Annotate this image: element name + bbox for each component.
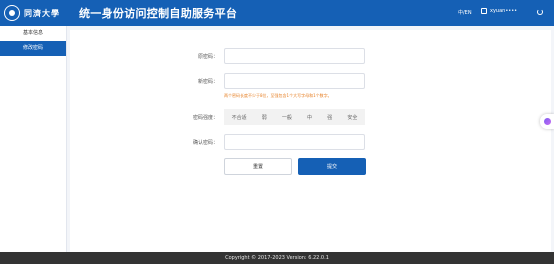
footer: Copyright © 2017-2023 Version: 6.22.0.1 <box>0 252 554 264</box>
logo-text: 同濟大學 <box>24 7 60 18</box>
username: xyuan•••• <box>490 8 518 14</box>
new-password-input[interactable] <box>224 73 365 89</box>
password-strength-meter: 不合适 弱 一般 中 强 安全 <box>224 109 365 125</box>
language-switch[interactable]: 中/EN <box>458 9 472 16</box>
confirm-password-label: 确认密码： <box>192 140 218 146</box>
university-logo: 同濟大學 <box>4 4 60 22</box>
strength-level: 强 <box>327 114 333 121</box>
power-icon[interactable] <box>537 9 543 15</box>
sidebar-item-change-password[interactable]: 修改密码 <box>0 41 66 56</box>
strength-level: 安全 <box>347 114 358 121</box>
sidebar-item-basic-info[interactable]: 基本信息 <box>0 26 66 41</box>
user-icon <box>481 8 487 14</box>
old-password-label: 原密码： <box>197 54 218 60</box>
app-title: 统一身份访问控制自助服务平台 <box>79 7 238 20</box>
university-seal-icon <box>4 5 20 21</box>
sidebar: 基本信息 修改密码 <box>0 26 67 252</box>
user-menu[interactable]: xyuan•••• <box>481 8 517 14</box>
strength-level: 弱 <box>261 114 267 121</box>
strength-level: 一般 <box>281 114 292 121</box>
new-password-label: 新密码： <box>197 79 218 85</box>
strength-level: 不合适 <box>231 114 247 121</box>
reset-button[interactable]: 重置 <box>224 158 292 175</box>
floating-assistant-button[interactable] <box>540 114 554 129</box>
password-hint: 两个密码长度不少于8位，至强包含1个大写字母和1个数字。 <box>224 93 332 98</box>
change-password-panel: 原密码： 新密码： 两个密码长度不少于8位，至强包含1个大写字母和1个数字。 密… <box>70 30 551 252</box>
strength-label: 密码强度： <box>192 115 218 121</box>
confirm-password-input[interactable] <box>224 134 365 150</box>
assistant-icon <box>543 118 551 125</box>
old-password-input[interactable] <box>224 48 365 64</box>
submit-button[interactable]: 提交 <box>298 158 366 175</box>
top-header: 同濟大學 统一身份访问控制自助服务平台 中/EN xyuan•••• <box>0 0 554 26</box>
strength-level: 中 <box>307 114 313 121</box>
